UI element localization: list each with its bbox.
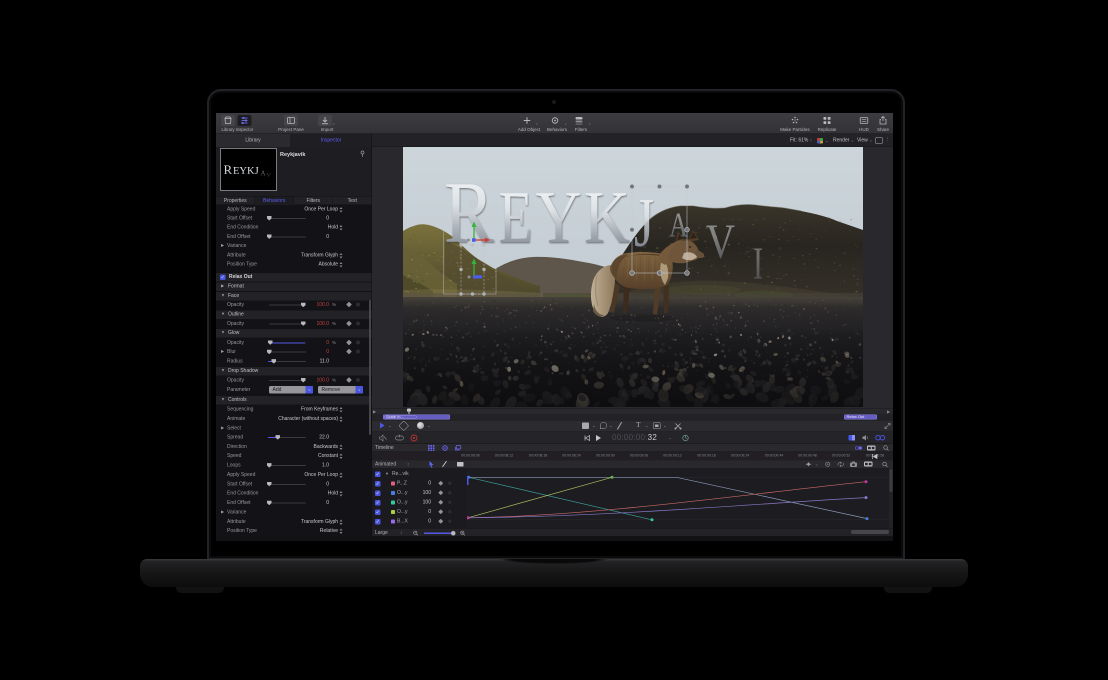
svg-text:Y: Y — [536, 177, 582, 259]
svg-text:R: R — [444, 165, 494, 262]
svg-text:I: I — [753, 237, 763, 288]
svg-text:K: K — [584, 177, 630, 259]
svg-text:R: R — [224, 162, 233, 177]
svg-text:E: E — [499, 177, 533, 259]
svg-text:V: V — [706, 214, 735, 269]
svg-text:J: J — [634, 185, 654, 262]
svg-text:EYKJ: EYKJ — [233, 166, 259, 177]
svg-text:A: A — [261, 170, 266, 178]
svg-text:V: V — [267, 173, 272, 179]
